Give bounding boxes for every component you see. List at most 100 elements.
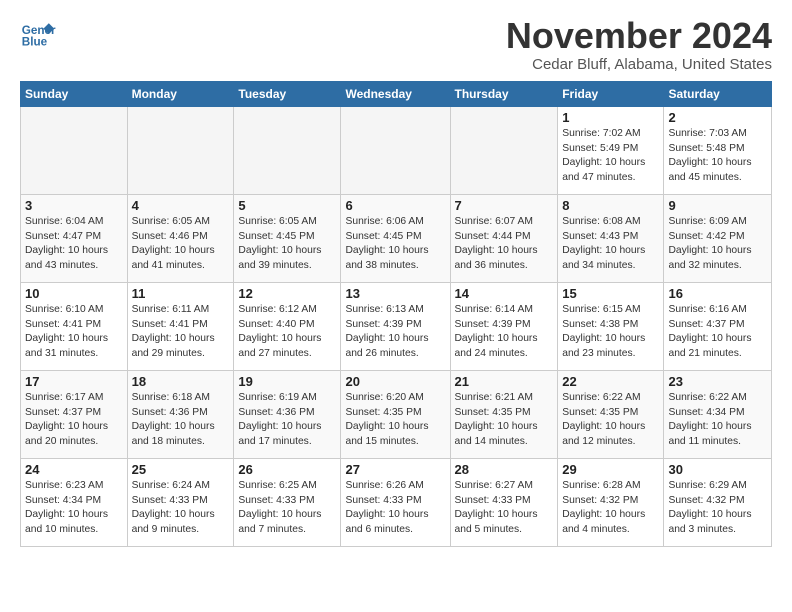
day-info: Sunrise: 6:28 AM Sunset: 4:32 PM Dayligh… bbox=[562, 479, 659, 539]
calendar-cell: 20Sunrise: 6:20 AM Sunset: 4:35 PM Dayli… bbox=[341, 370, 450, 458]
day-header-monday: Monday bbox=[127, 81, 234, 106]
day-info: Sunrise: 6:05 AM Sunset: 4:45 PM Dayligh… bbox=[238, 215, 336, 275]
day-number: 16 bbox=[668, 286, 767, 301]
calendar-cell: 3 Sunrise: 6:04 AM Sunset: 4:47 PM Daylig… bbox=[21, 194, 128, 282]
day-info: Sunrise: 6:12 AM Sunset: 4:40 PM Dayligh… bbox=[238, 303, 336, 363]
day-info: Sunrise: 6:06 AM Sunset: 4:45 PM Dayligh… bbox=[345, 215, 445, 275]
day-header-tuesday: Tuesday bbox=[234, 81, 341, 106]
day-number: 18 bbox=[132, 374, 230, 389]
day-number: 9 bbox=[668, 198, 767, 213]
calendar-cell: 22 Sunrise: 6:22 AM Sunset: 4:35 PM Dayli… bbox=[558, 370, 664, 458]
calendar-cell: 16Sunrise: 6:16 AM Sunset: 4:37 PM Dayli… bbox=[664, 282, 772, 370]
day-info: Sunrise: 6:24 AM Sunset: 4:33 PM Dayligh… bbox=[132, 479, 230, 539]
calendar-cell bbox=[234, 106, 341, 194]
calendar-cell: 13 Sunrise: 6:13 AM Sunset: 4:39 PM Dayli… bbox=[341, 282, 450, 370]
day-info: Sunrise: 6:29 AM Sunset: 4:32 PM Dayligh… bbox=[668, 479, 767, 539]
calendar-cell: 17 Sunrise: 6:17 AM Sunset: 4:37 PM Dayli… bbox=[21, 370, 128, 458]
day-number: 25 bbox=[132, 462, 230, 477]
day-header-wednesday: Wednesday bbox=[341, 81, 450, 106]
calendar-table: SundayMondayTuesdayWednesdayThursdayFrid… bbox=[20, 81, 772, 547]
day-info: Sunrise: 6:22 AM Sunset: 4:34 PM Dayligh… bbox=[668, 391, 767, 451]
calendar-cell: 12 Sunrise: 6:12 AM Sunset: 4:40 PM Dayli… bbox=[234, 282, 341, 370]
day-number: 1 bbox=[562, 110, 659, 125]
day-number: 19 bbox=[238, 374, 336, 389]
day-info: Sunrise: 6:11 AM Sunset: 4:41 PM Dayligh… bbox=[132, 303, 230, 363]
day-info: Sunrise: 6:22 AM Sunset: 4:35 PM Dayligh… bbox=[562, 391, 659, 451]
calendar-cell: 4 Sunrise: 6:05 AM Sunset: 4:46 PM Daylig… bbox=[127, 194, 234, 282]
day-info: Sunrise: 6:05 AM Sunset: 4:46 PM Dayligh… bbox=[132, 215, 230, 275]
day-info: Sunrise: 6:13 AM Sunset: 4:39 PM Dayligh… bbox=[345, 303, 445, 363]
calendar-cell: 7Sunrise: 6:07 AM Sunset: 4:44 PM Daylig… bbox=[450, 194, 558, 282]
day-number: 13 bbox=[345, 286, 445, 301]
day-header-sunday: Sunday bbox=[21, 81, 128, 106]
calendar-cell: 26 Sunrise: 6:25 AM Sunset: 4:33 PM Dayli… bbox=[234, 458, 341, 546]
calendar-cell: 6 Sunrise: 6:06 AM Sunset: 4:45 PM Daylig… bbox=[341, 194, 450, 282]
day-info: Sunrise: 6:10 AM Sunset: 4:41 PM Dayligh… bbox=[25, 303, 123, 363]
day-header-friday: Friday bbox=[558, 81, 664, 106]
day-info: Sunrise: 6:08 AM Sunset: 4:43 PM Dayligh… bbox=[562, 215, 659, 275]
calendar-cell bbox=[21, 106, 128, 194]
calendar-cell: 27 Sunrise: 6:26 AM Sunset: 4:33 PM Dayli… bbox=[341, 458, 450, 546]
svg-text:Blue: Blue bbox=[22, 36, 48, 49]
day-number: 8 bbox=[562, 198, 659, 213]
location: Cedar Bluff, Alabama, United States bbox=[506, 56, 772, 73]
day-info: Sunrise: 6:15 AM Sunset: 4:38 PM Dayligh… bbox=[562, 303, 659, 363]
day-info: Sunrise: 6:04 AM Sunset: 4:47 PM Dayligh… bbox=[25, 215, 123, 275]
calendar-cell: 23 Sunrise: 6:22 AM Sunset: 4:34 PM Dayli… bbox=[664, 370, 772, 458]
logo-icon: General Blue bbox=[20, 16, 56, 52]
day-info: Sunrise: 7:03 AM Sunset: 5:48 PM Dayligh… bbox=[668, 127, 767, 187]
day-number: 29 bbox=[562, 462, 659, 477]
day-number: 2 bbox=[668, 110, 767, 125]
day-info: Sunrise: 6:07 AM Sunset: 4:44 PM Dayligh… bbox=[455, 215, 554, 275]
calendar-cell: 19Sunrise: 6:19 AM Sunset: 4:36 PM Dayli… bbox=[234, 370, 341, 458]
day-number: 12 bbox=[238, 286, 336, 301]
day-number: 14 bbox=[455, 286, 554, 301]
day-number: 20 bbox=[345, 374, 445, 389]
day-number: 23 bbox=[668, 374, 767, 389]
calendar-cell: 2 Sunrise: 7:03 AM Sunset: 5:48 PM Daylig… bbox=[664, 106, 772, 194]
day-number: 17 bbox=[25, 374, 123, 389]
day-number: 5 bbox=[238, 198, 336, 213]
day-number: 27 bbox=[345, 462, 445, 477]
calendar-cell: 8 Sunrise: 6:08 AM Sunset: 4:43 PM Daylig… bbox=[558, 194, 664, 282]
day-number: 15 bbox=[562, 286, 659, 301]
month-title: November 2024 bbox=[506, 16, 772, 56]
day-header-saturday: Saturday bbox=[664, 81, 772, 106]
day-number: 10 bbox=[25, 286, 123, 301]
calendar-cell: 30 Sunrise: 6:29 AM Sunset: 4:32 PM Dayli… bbox=[664, 458, 772, 546]
day-number: 3 bbox=[25, 198, 123, 213]
day-number: 30 bbox=[668, 462, 767, 477]
calendar-cell: 14 Sunrise: 6:14 AM Sunset: 4:39 PM Dayli… bbox=[450, 282, 558, 370]
day-number: 21 bbox=[455, 374, 554, 389]
calendar-cell: 25 Sunrise: 6:24 AM Sunset: 4:33 PM Dayli… bbox=[127, 458, 234, 546]
page-header: General Blue November 2024 Cedar Bluff, … bbox=[20, 16, 772, 73]
calendar-cell: 11 Sunrise: 6:11 AM Sunset: 4:41 PM Dayli… bbox=[127, 282, 234, 370]
day-number: 26 bbox=[238, 462, 336, 477]
day-number: 4 bbox=[132, 198, 230, 213]
calendar-cell: 15 Sunrise: 6:15 AM Sunset: 4:38 PM Dayli… bbox=[558, 282, 664, 370]
calendar-cell: 1 Sunrise: 7:02 AM Sunset: 5:49 PM Daylig… bbox=[558, 106, 664, 194]
day-number: 22 bbox=[562, 374, 659, 389]
day-info: Sunrise: 6:23 AM Sunset: 4:34 PM Dayligh… bbox=[25, 479, 123, 539]
day-info: Sunrise: 6:27 AM Sunset: 4:33 PM Dayligh… bbox=[455, 479, 554, 539]
day-info: Sunrise: 6:25 AM Sunset: 4:33 PM Dayligh… bbox=[238, 479, 336, 539]
day-info: Sunrise: 6:21 AM Sunset: 4:35 PM Dayligh… bbox=[455, 391, 554, 451]
calendar-cell: 5 Sunrise: 6:05 AM Sunset: 4:45 PM Daylig… bbox=[234, 194, 341, 282]
day-info: Sunrise: 6:14 AM Sunset: 4:39 PM Dayligh… bbox=[455, 303, 554, 363]
calendar-cell: 21 Sunrise: 6:21 AM Sunset: 4:35 PM Dayli… bbox=[450, 370, 558, 458]
calendar-cell: 9 Sunrise: 6:09 AM Sunset: 4:42 PM Daylig… bbox=[664, 194, 772, 282]
day-info: Sunrise: 7:02 AM Sunset: 5:49 PM Dayligh… bbox=[562, 127, 659, 187]
logo: General Blue bbox=[20, 16, 56, 52]
day-number: 11 bbox=[132, 286, 230, 301]
calendar-cell bbox=[127, 106, 234, 194]
day-info: Sunrise: 6:26 AM Sunset: 4:33 PM Dayligh… bbox=[345, 479, 445, 539]
day-info: Sunrise: 6:17 AM Sunset: 4:37 PM Dayligh… bbox=[25, 391, 123, 451]
calendar-cell: 18 Sunrise: 6:18 AM Sunset: 4:36 PM Dayli… bbox=[127, 370, 234, 458]
day-number: 24 bbox=[25, 462, 123, 477]
day-info: Sunrise: 6:09 AM Sunset: 4:42 PM Dayligh… bbox=[668, 215, 767, 275]
day-info: Sunrise: 6:18 AM Sunset: 4:36 PM Dayligh… bbox=[132, 391, 230, 451]
day-number: 6 bbox=[345, 198, 445, 213]
title-block: November 2024 Cedar Bluff, Alabama, Unit… bbox=[506, 16, 772, 73]
calendar-cell: 29 Sunrise: 6:28 AM Sunset: 4:32 PM Dayli… bbox=[558, 458, 664, 546]
calendar-cell bbox=[341, 106, 450, 194]
